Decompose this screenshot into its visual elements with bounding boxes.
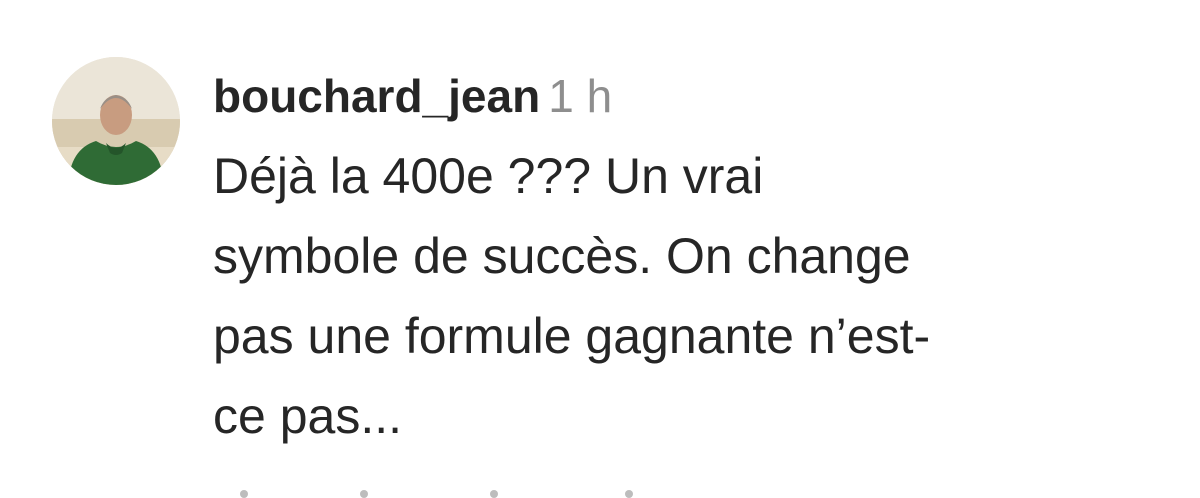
username-link[interactable]: bouchard_jean (213, 70, 540, 122)
comment-text-line: ce pas... (213, 388, 402, 444)
action-marker (490, 490, 498, 498)
comment-text: Déjà la 400e ??? Un vrai symbole de succ… (213, 136, 1133, 456)
comment-body: bouchard_jean 1 h Déjà la 400e ??? Un vra… (213, 66, 1173, 456)
timestamp[interactable]: 1 h (548, 70, 612, 122)
user-avatar-icon (52, 57, 180, 185)
comment-header: bouchard_jean 1 h (213, 66, 1173, 126)
comment-text-line: symbole de succès. On change (213, 228, 911, 284)
action-marker (240, 490, 248, 498)
comment-actions-row (240, 488, 660, 498)
comment-item: bouchard_jean 1 h Déjà la 400e ??? Un vra… (0, 0, 1200, 498)
avatar[interactable] (52, 57, 180, 185)
comment-text-line: pas une formule gagnante n’est- (213, 308, 931, 364)
action-marker (625, 490, 633, 498)
action-marker (360, 490, 368, 498)
comment-text-line: Déjà la 400e ??? Un vrai (213, 148, 764, 204)
